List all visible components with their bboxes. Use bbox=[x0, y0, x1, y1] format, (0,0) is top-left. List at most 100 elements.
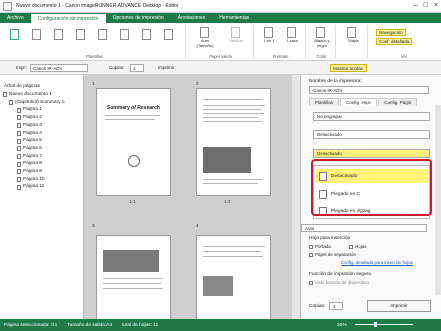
tree-item[interactable]: Página 2 bbox=[3, 114, 65, 122]
orientation-button[interactable]: Vertical bbox=[222, 27, 250, 43]
c-fold-icon bbox=[319, 189, 327, 199]
template-icon[interactable] bbox=[10, 29, 19, 40]
page-thumbnail[interactable] bbox=[96, 235, 171, 325]
template-icon[interactable] bbox=[98, 29, 107, 40]
dropdown-option-desactivado[interactable]: Desactivado bbox=[316, 169, 428, 183]
tree-item[interactable]: (Capítulo2) Summary o bbox=[3, 99, 65, 107]
group-ver: Navegación Conf. detallada Ver bbox=[370, 25, 438, 59]
page-tree-title: Árbol de páginas bbox=[4, 84, 41, 89]
conf-detallada-button[interactable]: Conf. detallada bbox=[376, 38, 413, 45]
photo-image bbox=[203, 276, 233, 296]
zoom-label: 25% bbox=[337, 322, 347, 328]
tree-item[interactable]: Página 1 bbox=[3, 106, 65, 114]
page-tree: Nuevo documento 1 (Capítulo2) Summary o … bbox=[3, 91, 65, 191]
tab-archivo[interactable]: Archivo bbox=[0, 13, 31, 23]
template-icon[interactable] bbox=[142, 29, 151, 40]
page-thumbnail[interactable]: Summary of Research bbox=[96, 88, 171, 196]
tab-anotaciones[interactable]: Anotaciones bbox=[171, 13, 213, 23]
mostrar-anotaciones-button[interactable]: Mostrar anotac. bbox=[330, 64, 368, 72]
app-window: Nuevo documento 1 - Canon imageRUNNER AD… bbox=[0, 0, 441, 331]
panel-scrollbar[interactable] bbox=[435, 105, 441, 295]
navegacion-button[interactable]: Navegación bbox=[376, 29, 406, 36]
document-canvas[interactable]: 1 Summary of Research 1-1 2 1-2 3 4 bbox=[84, 75, 300, 325]
photo-image bbox=[103, 250, 159, 272]
tree-item[interactable]: Página 3 bbox=[3, 122, 65, 130]
logo-icon bbox=[128, 155, 140, 167]
right-print-button[interactable]: Imprimir bbox=[367, 300, 431, 312]
papel-separacion-checkbox[interactable]: Papel de separación bbox=[309, 252, 356, 257]
dropdown-option-plegado-zigzag[interactable]: Plegado en zigzag bbox=[316, 204, 428, 218]
ribbon: Plantillas Auto (Tamaño) Vertical Papel … bbox=[0, 23, 441, 61]
tree-item[interactable]: Página 4 bbox=[3, 130, 65, 138]
title-bar: Nuevo documento 1 - Canon imageRUNNER AD… bbox=[0, 0, 441, 13]
tab-config-impr[interactable]: Config. impr. bbox=[340, 98, 378, 106]
desactivado-select-1[interactable]: Desactivado bbox=[313, 130, 430, 139]
status-bar: Página seleccionada: /11 Tamaño de salid… bbox=[0, 319, 441, 331]
settings-panel: Nombre de la impresora: Canon iR-ADV Pla… bbox=[300, 75, 441, 319]
color-mode-button[interactable]: Blanco y negro bbox=[310, 27, 334, 48]
zigzag-fold-icon bbox=[319, 206, 327, 216]
group-grapa: Grapa bbox=[338, 25, 368, 59]
page-thumbnail[interactable] bbox=[196, 235, 271, 325]
page-tree-panel: Árbol de páginas Nuevo documento 1 (Capí… bbox=[0, 75, 84, 319]
photo-image bbox=[203, 147, 251, 173]
minimize-icon[interactable]: – bbox=[414, 2, 418, 9]
group-papel-salida: Auto (Tamaño) Vertical Papel salida bbox=[188, 25, 254, 59]
group-color: Blanco y negro Color bbox=[308, 25, 336, 59]
group-label: Plantillas bbox=[86, 54, 103, 59]
app-icon bbox=[3, 1, 12, 11]
tree-item[interactable]: Página 9 bbox=[3, 168, 65, 176]
config-hojas-link[interactable]: Config. detallada para inserción hojas bbox=[341, 260, 413, 265]
tree-item[interactable]: Página 8 bbox=[3, 160, 65, 168]
status-size: Tamaño de salida:A4 bbox=[67, 322, 113, 328]
settings-tabs: Plantillas Config. impr. Config. Págin bbox=[309, 98, 418, 106]
portada-checkbox[interactable]: Portada bbox=[309, 244, 331, 249]
template-icon[interactable] bbox=[164, 29, 173, 40]
copies-input[interactable]: 1 bbox=[130, 64, 144, 72]
tree-item[interactable]: Página 6 bbox=[3, 145, 65, 153]
usar-funcion-checkbox[interactable]: Usar función de dispositivo bbox=[309, 280, 369, 285]
tree-item[interactable]: Nuevo documento 1 bbox=[3, 91, 65, 99]
status-total: total de hojas: 11 bbox=[122, 322, 159, 328]
page-thumbnail[interactable] bbox=[196, 88, 271, 196]
status-selected: Página seleccionada: /11 bbox=[4, 322, 58, 328]
staple-button[interactable]: Grapa bbox=[341, 27, 365, 43]
sides-button[interactable]: 1 cara bbox=[281, 27, 303, 43]
canvas-scrollbar[interactable] bbox=[292, 75, 300, 319]
paper-icon bbox=[200, 27, 209, 38]
close-icon[interactable]: × bbox=[434, 2, 438, 9]
tree-item[interactable]: Página 7 bbox=[3, 153, 65, 161]
template-icon[interactable] bbox=[76, 29, 85, 40]
dropdown-option-plegado-c[interactable]: Plegado en C bbox=[316, 187, 428, 201]
fold-select[interactable]: Desactivado bbox=[313, 149, 430, 158]
group-formato: 1 en 1 1 cara Formato bbox=[256, 25, 306, 59]
print-button[interactable]: Imprimir bbox=[158, 64, 174, 72]
tab-configuracion-impresion[interactable]: Configuración de impresión bbox=[30, 13, 106, 23]
template-icon[interactable] bbox=[120, 29, 129, 40]
n-up-button[interactable]: 1 en 1 bbox=[258, 27, 280, 43]
zoom-thumb[interactable] bbox=[374, 322, 377, 327]
maximize-icon[interactable]: □ bbox=[424, 2, 428, 9]
ribbon-tabs: Archivo Configuración de impresión Opcio… bbox=[0, 13, 441, 23]
doc-title: Summary of Research bbox=[107, 105, 160, 111]
page-icon bbox=[319, 171, 327, 181]
paper-size-button[interactable]: Auto (Tamaño) bbox=[192, 27, 218, 48]
tab-herramientas[interactable]: Herramientas bbox=[212, 13, 256, 23]
tree-item[interactable]: Página 5 bbox=[3, 137, 65, 145]
tab-config-pagin[interactable]: Config. Págin bbox=[378, 98, 418, 106]
tree-item[interactable]: Página 11 bbox=[3, 183, 65, 191]
hojas-checkbox[interactable]: Hojas bbox=[349, 244, 367, 249]
tab-opciones-impresion[interactable]: Opciones de impresión bbox=[106, 13, 171, 23]
right-copies-input[interactable]: 1 bbox=[329, 302, 343, 310]
tab-plantillas[interactable]: Plantillas bbox=[309, 98, 340, 106]
template-icon[interactable] bbox=[54, 29, 63, 40]
auto-select[interactable]: Auto bbox=[301, 224, 427, 232]
tree-item[interactable]: Página 10 bbox=[3, 176, 65, 184]
window-title: Nuevo documento 1 - Canon imageRUNNER AD… bbox=[16, 3, 179, 9]
staple-select[interactable]: No engrapar bbox=[313, 112, 430, 121]
template-icon[interactable] bbox=[32, 29, 41, 40]
zoom-slider[interactable] bbox=[355, 324, 413, 325]
group-plantillas: Plantillas bbox=[4, 25, 186, 59]
right-printer-select[interactable]: Canon iR-ADV bbox=[309, 86, 429, 94]
printer-select[interactable]: Canon iR-ADV bbox=[30, 64, 88, 72]
